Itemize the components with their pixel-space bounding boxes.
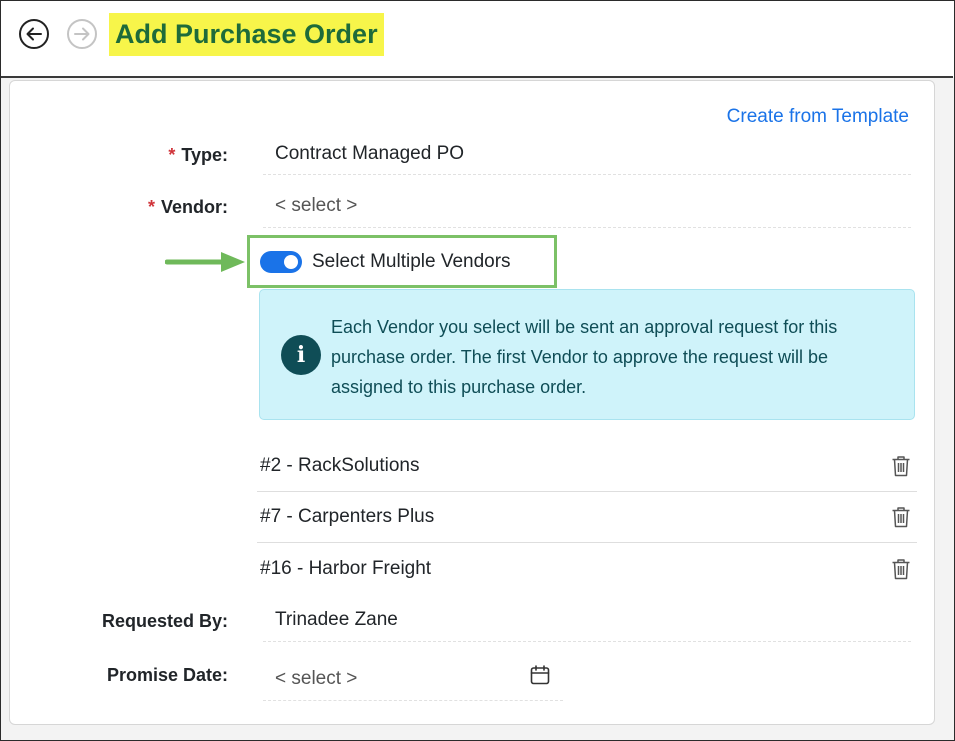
list-item: #16 - Harbor Freight	[257, 543, 917, 594]
arrow-right-circle-icon	[67, 19, 97, 49]
page-header: Add Purchase Order	[1, 1, 954, 77]
arrow-left-circle-icon	[19, 19, 49, 49]
back-button[interactable]	[18, 18, 50, 50]
list-item: #2 - RackSolutions	[257, 441, 917, 492]
trash-icon[interactable]	[891, 455, 911, 477]
trash-icon[interactable]	[891, 558, 911, 580]
info-text: Each Vendor you select will be sent an a…	[331, 317, 838, 397]
requested-by-field[interactable]: Trinadee Zane	[263, 609, 911, 642]
required-marker: *	[168, 145, 176, 165]
select-multiple-vendors-toggle[interactable]: Select Multiple Vendors	[247, 235, 557, 288]
toggle-knob	[284, 254, 298, 269]
callout-arrow-icon	[165, 252, 245, 272]
forward-button[interactable]	[66, 18, 98, 50]
toggle-label: Select Multiple Vendors	[312, 250, 511, 272]
list-item: #7 - Carpenters Plus	[257, 492, 917, 543]
vendor-select[interactable]: < select >	[263, 195, 911, 228]
vendor-name: #7 - Carpenters Plus	[260, 506, 435, 527]
create-from-template-link[interactable]: Create from Template	[727, 106, 909, 128]
promise-date-placeholder: < select >	[275, 668, 358, 689]
header-divider	[0, 76, 953, 78]
type-field[interactable]: Contract Managed PO	[263, 143, 911, 175]
calendar-icon[interactable]	[529, 664, 551, 686]
info-alert: i Each Vendor you select will be sent an…	[259, 289, 915, 420]
required-marker: *	[147, 197, 155, 217]
promise-date-label: Promise Date:	[106, 665, 228, 685]
purchase-order-form: Create from Template * Type: Contract Man…	[9, 80, 935, 725]
page-title: Add Purchase Order	[109, 13, 384, 56]
vendor-label: * Vendor:	[147, 197, 228, 217]
vendor-name: #16 - Harbor Freight	[260, 557, 432, 579]
promise-date-field[interactable]: < select >	[263, 658, 563, 701]
trash-icon[interactable]	[891, 506, 911, 528]
requested-by-label: Requested By:	[101, 611, 228, 631]
toggle-switch[interactable]	[260, 250, 302, 273]
info-circle-icon: i	[281, 335, 321, 375]
vendor-name: #2 - RackSolutions	[260, 455, 420, 476]
type-label: * Type:	[168, 145, 228, 165]
selected-vendors-list: #2 - RackSolutions #7 - Carpenters Plus …	[257, 441, 917, 594]
